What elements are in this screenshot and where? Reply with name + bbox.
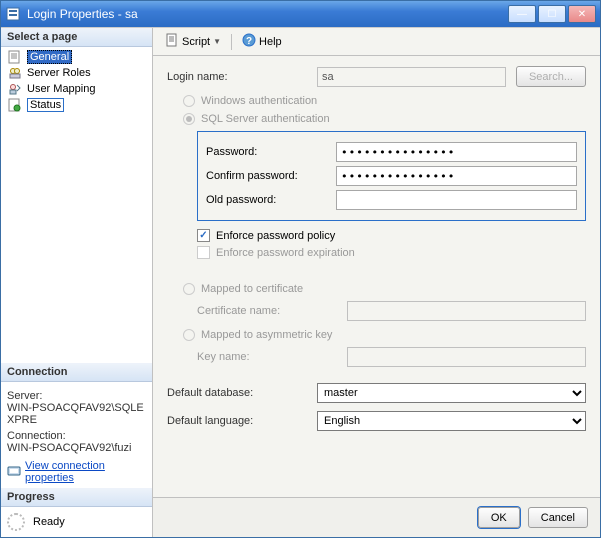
sidebar-item-status[interactable]: Status [5, 97, 148, 113]
minimize-button[interactable]: — [508, 5, 536, 23]
progress-icon [7, 513, 25, 531]
script-button[interactable]: Script ▼ [161, 31, 225, 52]
sidebar-item-label: User Mapping [27, 83, 95, 95]
sidebar-item-server-roles[interactable]: Server Roles [5, 65, 148, 81]
connection-value: WIN-PSOACQFAV92\fuzi [7, 442, 146, 454]
radio-icon [183, 95, 195, 107]
sidebar-item-user-mapping[interactable]: User Mapping [5, 81, 148, 97]
key-name-input [347, 347, 586, 367]
roles-icon [7, 66, 23, 80]
login-name-label: Login name: [167, 71, 317, 83]
ok-button[interactable]: OK [478, 507, 520, 528]
page-icon [7, 50, 23, 64]
certificate-name-input [347, 301, 586, 321]
sql-auth-radio: SQL Server authentication [183, 113, 586, 125]
sidebar: Select a page General Server Roles User … [1, 28, 153, 537]
windows-auth-label: Windows authentication [201, 95, 317, 107]
script-icon [165, 33, 179, 50]
chevron-down-icon: ▼ [213, 37, 221, 46]
help-button[interactable]: ? Help [238, 31, 286, 52]
status-icon [7, 98, 23, 112]
confirm-password-input[interactable] [336, 166, 577, 186]
page-list: General Server Roles User Mapping Status [1, 47, 152, 115]
cancel-button[interactable]: Cancel [528, 507, 588, 528]
maximize-button[interactable]: ☐ [538, 5, 566, 23]
titlebar[interactable]: Login Properties - sa — ☐ ✕ [1, 1, 600, 27]
sidebar-item-general[interactable]: General [5, 49, 148, 65]
progress-status: Ready [33, 516, 65, 528]
checkbox-icon [197, 229, 210, 242]
toolbar-separator [231, 34, 232, 50]
default-database-select[interactable]: master [317, 383, 586, 403]
enforce-expiration-checkbox: Enforce password expiration [197, 246, 586, 259]
sql-auth-label: SQL Server authentication [201, 113, 330, 125]
login-properties-window: Login Properties - sa — ☐ ✕ Select a pag… [0, 0, 601, 538]
enforce-expiration-label: Enforce password expiration [216, 247, 355, 259]
sidebar-item-label: General [27, 50, 72, 64]
search-button: Search... [516, 66, 586, 87]
enforce-policy-label: Enforce password policy [216, 230, 335, 242]
key-name-label: Key name: [197, 351, 347, 363]
old-password-input[interactable] [336, 190, 577, 210]
connection-header: Connection [1, 363, 152, 382]
select-page-header: Select a page [1, 28, 152, 47]
enforce-policy-checkbox[interactable]: Enforce password policy [197, 229, 586, 242]
button-bar: OK Cancel [153, 497, 600, 537]
help-icon: ? [242, 33, 256, 50]
confirm-password-label: Confirm password: [206, 170, 336, 182]
mapping-icon [7, 82, 23, 96]
default-language-label: Default language: [167, 415, 317, 427]
server-value: WIN-PSOACQFAV92\SQLEXPRE [7, 402, 146, 426]
radio-icon [183, 329, 195, 341]
help-label: Help [259, 36, 282, 48]
password-group: Password: Confirm password: Old password… [197, 131, 586, 221]
server-label: Server: [7, 390, 146, 402]
sidebar-item-label: Status [27, 98, 64, 112]
connection-label: Connection: [7, 430, 146, 442]
mapped-cert-label: Mapped to certificate [201, 283, 303, 295]
progress-header: Progress [1, 488, 152, 507]
default-language-select[interactable]: English [317, 411, 586, 431]
svg-text:?: ? [246, 36, 252, 47]
login-name-input[interactable] [317, 67, 506, 87]
general-form: Login name: Search... Windows authentica… [153, 56, 600, 497]
script-label: Script [182, 36, 210, 48]
toolbar: Script ▼ ? Help [153, 28, 600, 56]
radio-icon [183, 113, 195, 125]
close-button[interactable]: ✕ [568, 5, 596, 23]
app-icon [5, 6, 21, 22]
password-input[interactable] [336, 142, 577, 162]
mapped-certificate-radio: Mapped to certificate [183, 283, 586, 295]
checkbox-icon [197, 246, 210, 259]
radio-icon [183, 283, 195, 295]
password-label: Password: [206, 146, 336, 158]
connection-icon [7, 464, 21, 481]
mapped-asym-radio: Mapped to asymmetric key [183, 329, 586, 341]
main-panel: Script ▼ ? Help Login name: Search... [153, 28, 600, 537]
sidebar-item-label: Server Roles [27, 67, 91, 79]
mapped-asym-label: Mapped to asymmetric key [201, 329, 332, 341]
certificate-name-label: Certificate name: [197, 305, 347, 317]
old-password-label: Old password: [206, 194, 336, 206]
default-database-label: Default database: [167, 387, 317, 399]
window-title: Login Properties - sa [27, 7, 508, 21]
windows-auth-radio: Windows authentication [183, 95, 586, 107]
view-connection-properties-link[interactable]: View connection properties [25, 460, 146, 484]
